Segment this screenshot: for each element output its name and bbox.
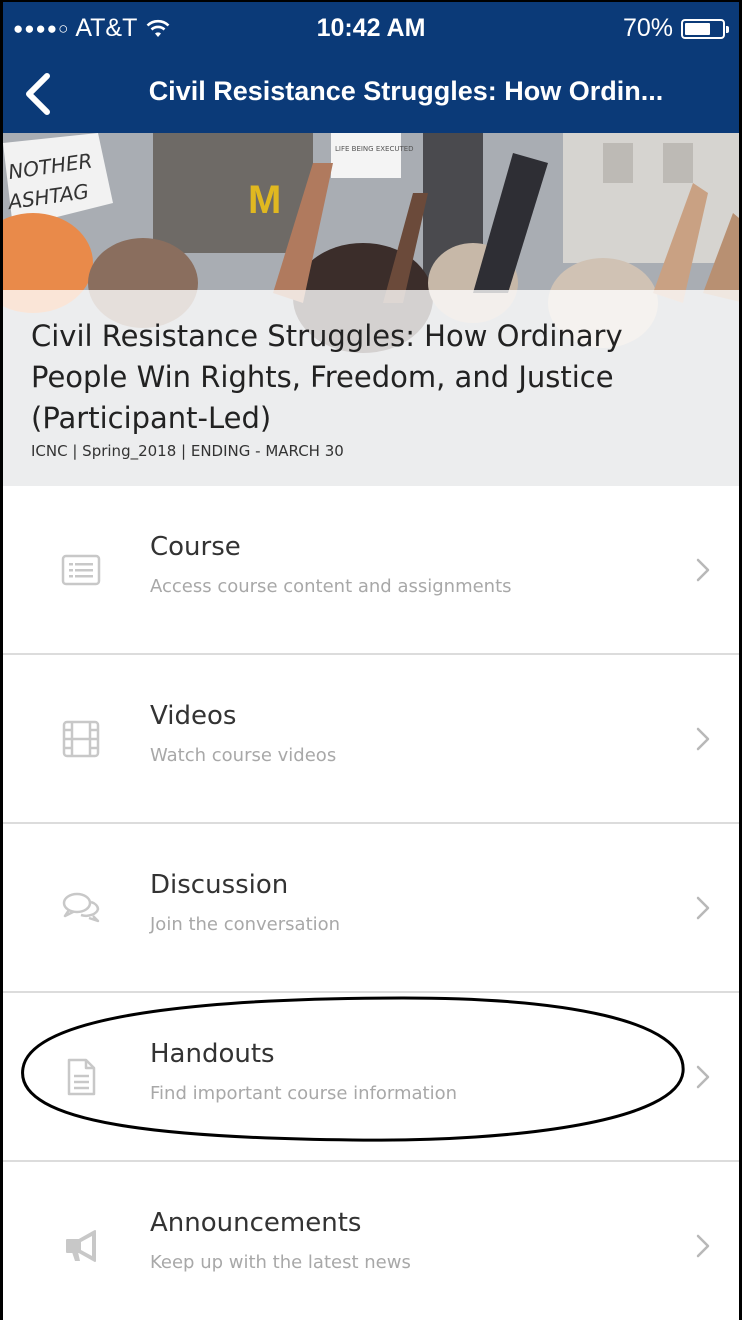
chevron-right-icon <box>696 1065 710 1089</box>
navigation-bar: Civil Resistance Struggles: How Ordin... <box>3 54 739 133</box>
chat-bubbles-icon <box>61 888 101 928</box>
menu-item-subtitle: Find important course information <box>150 1083 458 1104</box>
menu-item-label: Course <box>150 532 241 562</box>
chevron-right-icon <box>696 558 710 582</box>
top-bar: ●●●●○ AT&T 10:42 AM 70% Civil Resistance… <box>3 2 739 133</box>
menu-item-course[interactable]: Course Access course content and assignm… <box>3 486 739 655</box>
menu-item-label: Handouts <box>150 1039 275 1069</box>
menu-item-videos[interactable]: Videos Watch course videos <box>3 655 739 824</box>
chevron-right-icon <box>696 1234 710 1258</box>
menu-item-announcements[interactable]: Announcements Keep up with the latest ne… <box>3 1162 739 1320</box>
battery-fill <box>685 22 710 35</box>
menu-item-handouts[interactable]: Handouts Find important course informati… <box>3 993 739 1162</box>
status-bar: ●●●●○ AT&T 10:42 AM 70% <box>3 2 739 54</box>
battery-percent: 70% <box>622 14 673 42</box>
megaphone-icon <box>61 1226 101 1266</box>
battery-icon <box>681 18 729 39</box>
course-banner: M NOTHER ASHTAG LIFE BEING EXECUTED Civi… <box>3 133 739 486</box>
chevron-right-icon <box>696 727 710 751</box>
menu-item-subtitle: Keep up with the latest news <box>150 1252 411 1273</box>
menu-item-subtitle: Join the conversation <box>150 914 341 935</box>
nav-title: Civil Resistance Struggles: How Ordin... <box>148 76 664 106</box>
chevron-left-icon <box>26 73 50 115</box>
course-menu: Course Access course content and assignm… <box>3 486 739 1320</box>
battery-nub <box>726 25 729 33</box>
menu-item-label: Announcements <box>150 1208 362 1238</box>
list-icon <box>61 550 101 590</box>
status-right: 70% <box>622 14 729 43</box>
menu-item-label: Videos <box>150 701 237 731</box>
course-meta: ICNC | Spring_2018 | ENDING - MARCH 30 <box>31 442 344 460</box>
course-title: Civil Resistance Struggles: How Ordinary… <box>31 319 623 435</box>
svg-text:M: M <box>248 178 281 222</box>
menu-item-discussion[interactable]: Discussion Join the conversation <box>3 824 739 993</box>
menu-item-subtitle: Watch course videos <box>150 745 337 766</box>
menu-item-subtitle: Access course content and assignments <box>150 576 512 597</box>
chevron-right-icon <box>696 896 710 920</box>
document-icon <box>61 1057 101 1097</box>
app-screen: ●●●●○ AT&T 10:42 AM 70% Civil Resistance… <box>0 0 742 1320</box>
film-icon <box>61 719 101 759</box>
back-button[interactable] <box>19 72 59 116</box>
menu-item-label: Discussion <box>150 870 289 900</box>
sign-text-3: LIFE BEING EXECUTED <box>335 145 414 153</box>
